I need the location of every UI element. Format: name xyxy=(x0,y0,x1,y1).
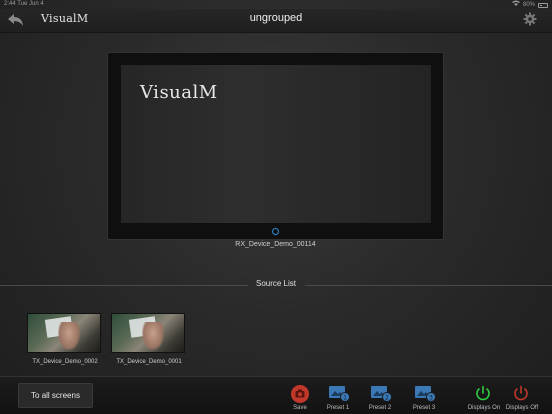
app-window: 2:44 Tue Jun 4 80% VisualM ungrouped Vis… xyxy=(0,0,552,414)
source-label: TX_Device_Demo_0002 xyxy=(32,359,98,365)
status-bar: 2:44 Tue Jun 4 80% xyxy=(0,0,552,9)
save-icon xyxy=(291,385,309,403)
svg-text:3: 3 xyxy=(429,395,433,402)
power-on-icon xyxy=(476,385,490,401)
status-time: 2:44 xyxy=(4,1,16,7)
page-title: ungrouped xyxy=(249,12,303,24)
source-thumbnail[interactable] xyxy=(27,313,101,353)
display-power-indicator-icon xyxy=(272,228,279,235)
displays-off-label: Displays Off xyxy=(505,405,539,411)
status-left: 2:44 Tue Jun 4 xyxy=(4,0,44,9)
display-screen[interactable]: VisualM xyxy=(121,65,431,223)
source-thumbnail[interactable] xyxy=(111,313,185,353)
source-list-title: Source List xyxy=(255,279,297,288)
status-date: Tue Jun 4 xyxy=(17,1,44,7)
source-item[interactable]: TX_Device_Demo_0002 xyxy=(27,313,103,369)
preset-2-button[interactable]: 2 Preset 2 xyxy=(360,383,400,413)
thumbnail-hand xyxy=(142,322,164,350)
svg-text:2: 2 xyxy=(385,395,389,402)
preset-1-icon: 1 xyxy=(329,386,350,402)
svg-text:1: 1 xyxy=(343,395,347,402)
divider-right xyxy=(305,285,552,286)
display-label: RX_Device_Demo_00114 xyxy=(235,241,316,248)
power-off-icon xyxy=(514,385,528,401)
settings-button[interactable] xyxy=(523,12,537,26)
preset-2-icon: 2 xyxy=(371,386,392,402)
preset-3-label: Preset 3 xyxy=(412,405,436,411)
preset-3-icon: 3 xyxy=(415,386,436,402)
source-label: TX_Device_Demo_0001 xyxy=(116,359,182,365)
source-list-header: Source List xyxy=(0,279,552,291)
displays-off-button[interactable]: Displays Off xyxy=(502,383,542,413)
preset-1-button[interactable]: 1 Preset 1 xyxy=(318,383,358,413)
screen-logo: VisualM xyxy=(140,82,218,103)
bottom-toolbar: To all screens Save 1 Preset 1 2 Preset … xyxy=(0,376,552,414)
source-item[interactable]: TX_Device_Demo_0001 xyxy=(111,313,187,369)
to-all-screens-button[interactable]: To all screens xyxy=(18,383,93,408)
header-bar: VisualM ungrouped xyxy=(0,9,552,33)
thumbnail-hand xyxy=(58,322,80,350)
preset-3-button[interactable]: 3 Preset 3 xyxy=(404,383,444,413)
battery-icon xyxy=(538,2,548,8)
gear-icon xyxy=(523,12,537,26)
display-monitor[interactable]: VisualM xyxy=(107,52,444,240)
